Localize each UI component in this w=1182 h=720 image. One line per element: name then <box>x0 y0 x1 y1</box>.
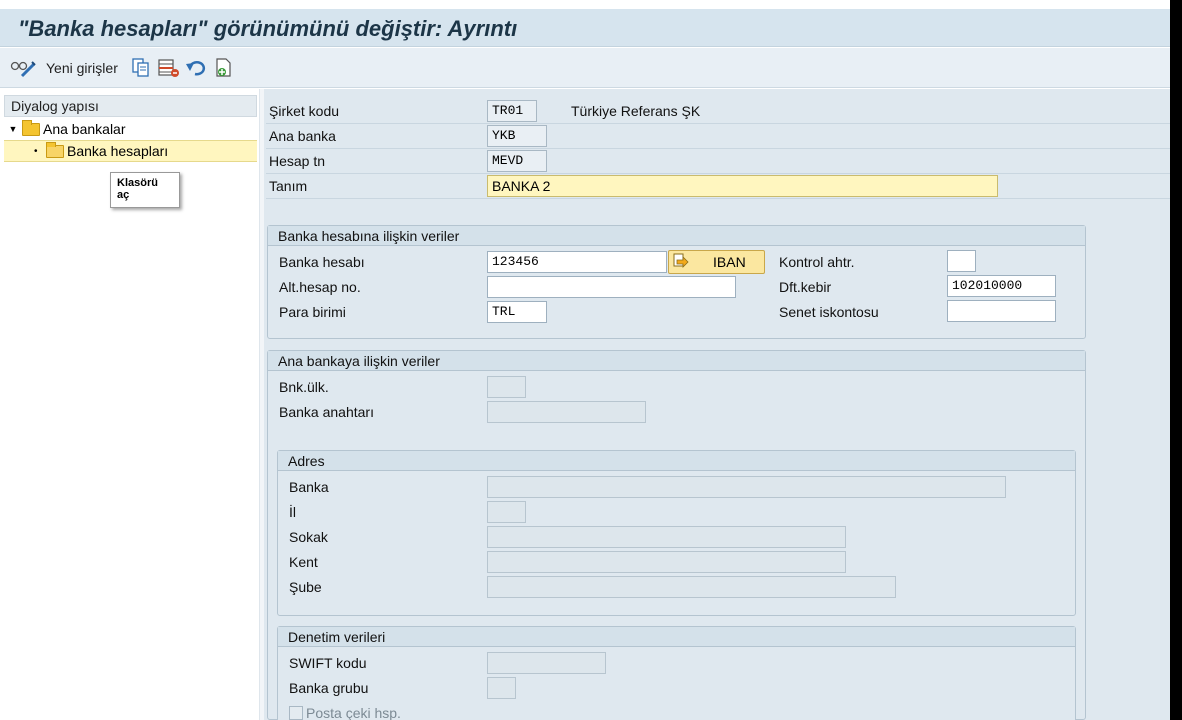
header-row-house-bank: Ana banka YKB <box>266 125 1170 149</box>
house-bank-data-group: Ana bankaya ilişkin veriler Bnk.ülk. Ban… <box>267 350 1086 720</box>
bank-group-field[interactable] <box>487 677 516 699</box>
open-folder-icon <box>46 141 64 158</box>
iban-label: IBAN <box>713 254 746 270</box>
company-code-desc: Türkiye Referans ŞK <box>571 103 701 119</box>
gl-account-label: Dft.kebir <box>779 279 832 295</box>
detail-area: Şirket kodu TR01 Türkiye Referans ŞK Ana… <box>264 89 1170 720</box>
company-code-label: Şirket kodu <box>269 103 340 119</box>
city-label: Kent <box>289 554 318 570</box>
currency-field[interactable]: TRL <box>487 301 547 323</box>
new-entries-button[interactable]: Yeni girişler <box>46 58 118 78</box>
tree-item-label: Ana bankalar <box>43 121 126 137</box>
discount-label: Senet iskontosu <box>779 304 879 320</box>
tree-item-label: Banka hesapları <box>67 143 169 159</box>
group-title: Banka hesabına ilişkin veriler <box>268 226 1085 246</box>
company-code-field[interactable]: TR01 <box>487 100 537 122</box>
bank-group-label: Banka grubu <box>289 680 369 696</box>
header-row-account-id: Hesap tn MEVD <box>266 150 1170 174</box>
house-bank-label: Ana banka <box>269 128 336 144</box>
arrow-right-icon <box>673 252 689 276</box>
alt-account-field[interactable] <box>487 276 736 298</box>
bank-name-label: Banka <box>289 479 329 495</box>
iban-button[interactable]: IBAN <box>668 250 765 274</box>
street-field[interactable] <box>487 526 846 548</box>
tree-item-banka-hesaplari[interactable]: • Banka hesapları <box>4 140 257 162</box>
control-key-label: Kontrol ahtr. <box>779 254 855 270</box>
tooltip: Klasörü aç <box>110 172 180 208</box>
account-id-field[interactable]: MEVD <box>487 150 547 172</box>
dialog-structure-panel: Diyalog yapısı ▼ Ana bankalar • Banka he… <box>0 89 259 720</box>
control-key-field[interactable] <box>947 250 976 272</box>
swift-field[interactable] <box>487 652 606 674</box>
region-label: İl <box>289 504 296 520</box>
delete-icon[interactable] <box>158 58 180 78</box>
folder-icon <box>22 119 40 136</box>
toolbar: Yeni girişler <box>0 48 1170 88</box>
bank-key-label: Banka anahtarı <box>279 404 374 420</box>
postal-check-label: Posta çeki hsp. <box>306 705 401 720</box>
alt-account-label: Alt.hesap no. <box>279 279 361 295</box>
group-title: Adres <box>278 451 1075 471</box>
header-row-description: Tanım BANKA 2 <box>266 175 1170 199</box>
group-title: Denetim verileri <box>278 627 1075 647</box>
description-field[interactable]: BANKA 2 <box>487 175 998 197</box>
street-label: Sokak <box>289 529 328 545</box>
window-edge <box>1170 0 1182 720</box>
tree-item-ana-bankalar[interactable]: ▼ Ana bankalar <box>4 118 126 140</box>
address-group: Adres Banka İl Sokak Kent Şube <box>277 450 1076 616</box>
city-field[interactable] <box>487 551 846 573</box>
bank-country-label: Bnk.ülk. <box>279 379 329 395</box>
branch-field[interactable] <box>487 576 896 598</box>
bank-account-label: Banka hesabı <box>279 254 365 270</box>
dialog-structure-header: Diyalog yapısı <box>4 95 257 117</box>
bank-account-field[interactable]: 123456 <box>487 251 667 273</box>
description-label: Tanım <box>269 178 308 194</box>
header-row-company: Şirket kodu TR01 Türkiye Referans ŞK <box>266 100 1170 124</box>
undo-icon[interactable] <box>186 58 208 78</box>
gl-account-field[interactable]: 102010000 <box>947 275 1056 297</box>
transport-icon[interactable] <box>214 58 234 78</box>
expand-arrow-icon[interactable]: ▼ <box>4 124 22 134</box>
swift-label: SWIFT kodu <box>289 655 367 671</box>
title-bar: "Banka hesapları" görünümünü değiştir: A… <box>0 9 1170 47</box>
account-id-label: Hesap tn <box>269 153 326 169</box>
copy-icon[interactable] <box>132 58 150 78</box>
bank-account-data-group: Banka hesabına ilişkin veriler Banka hes… <box>267 225 1086 339</box>
bank-name-field[interactable] <box>487 476 1006 498</box>
bank-country-field[interactable] <box>487 376 526 398</box>
discount-field[interactable] <box>947 300 1056 322</box>
control-data-group: Denetim verileri SWIFT kodu Banka grubu … <box>277 626 1076 720</box>
glasses-pencil-icon[interactable] <box>10 58 36 78</box>
page-title: "Banka hesapları" görünümünü değiştir: A… <box>18 16 518 41</box>
postal-check-checkbox[interactable] <box>289 706 303 720</box>
currency-label: Para birimi <box>279 304 346 320</box>
region-field[interactable] <box>487 501 526 523</box>
group-title: Ana bankaya ilişkin veriler <box>268 351 1085 371</box>
tree-bullet-icon: • <box>34 145 38 157</box>
bank-key-field[interactable] <box>487 401 646 423</box>
house-bank-field[interactable]: YKB <box>487 125 547 147</box>
branch-label: Şube <box>289 579 322 595</box>
